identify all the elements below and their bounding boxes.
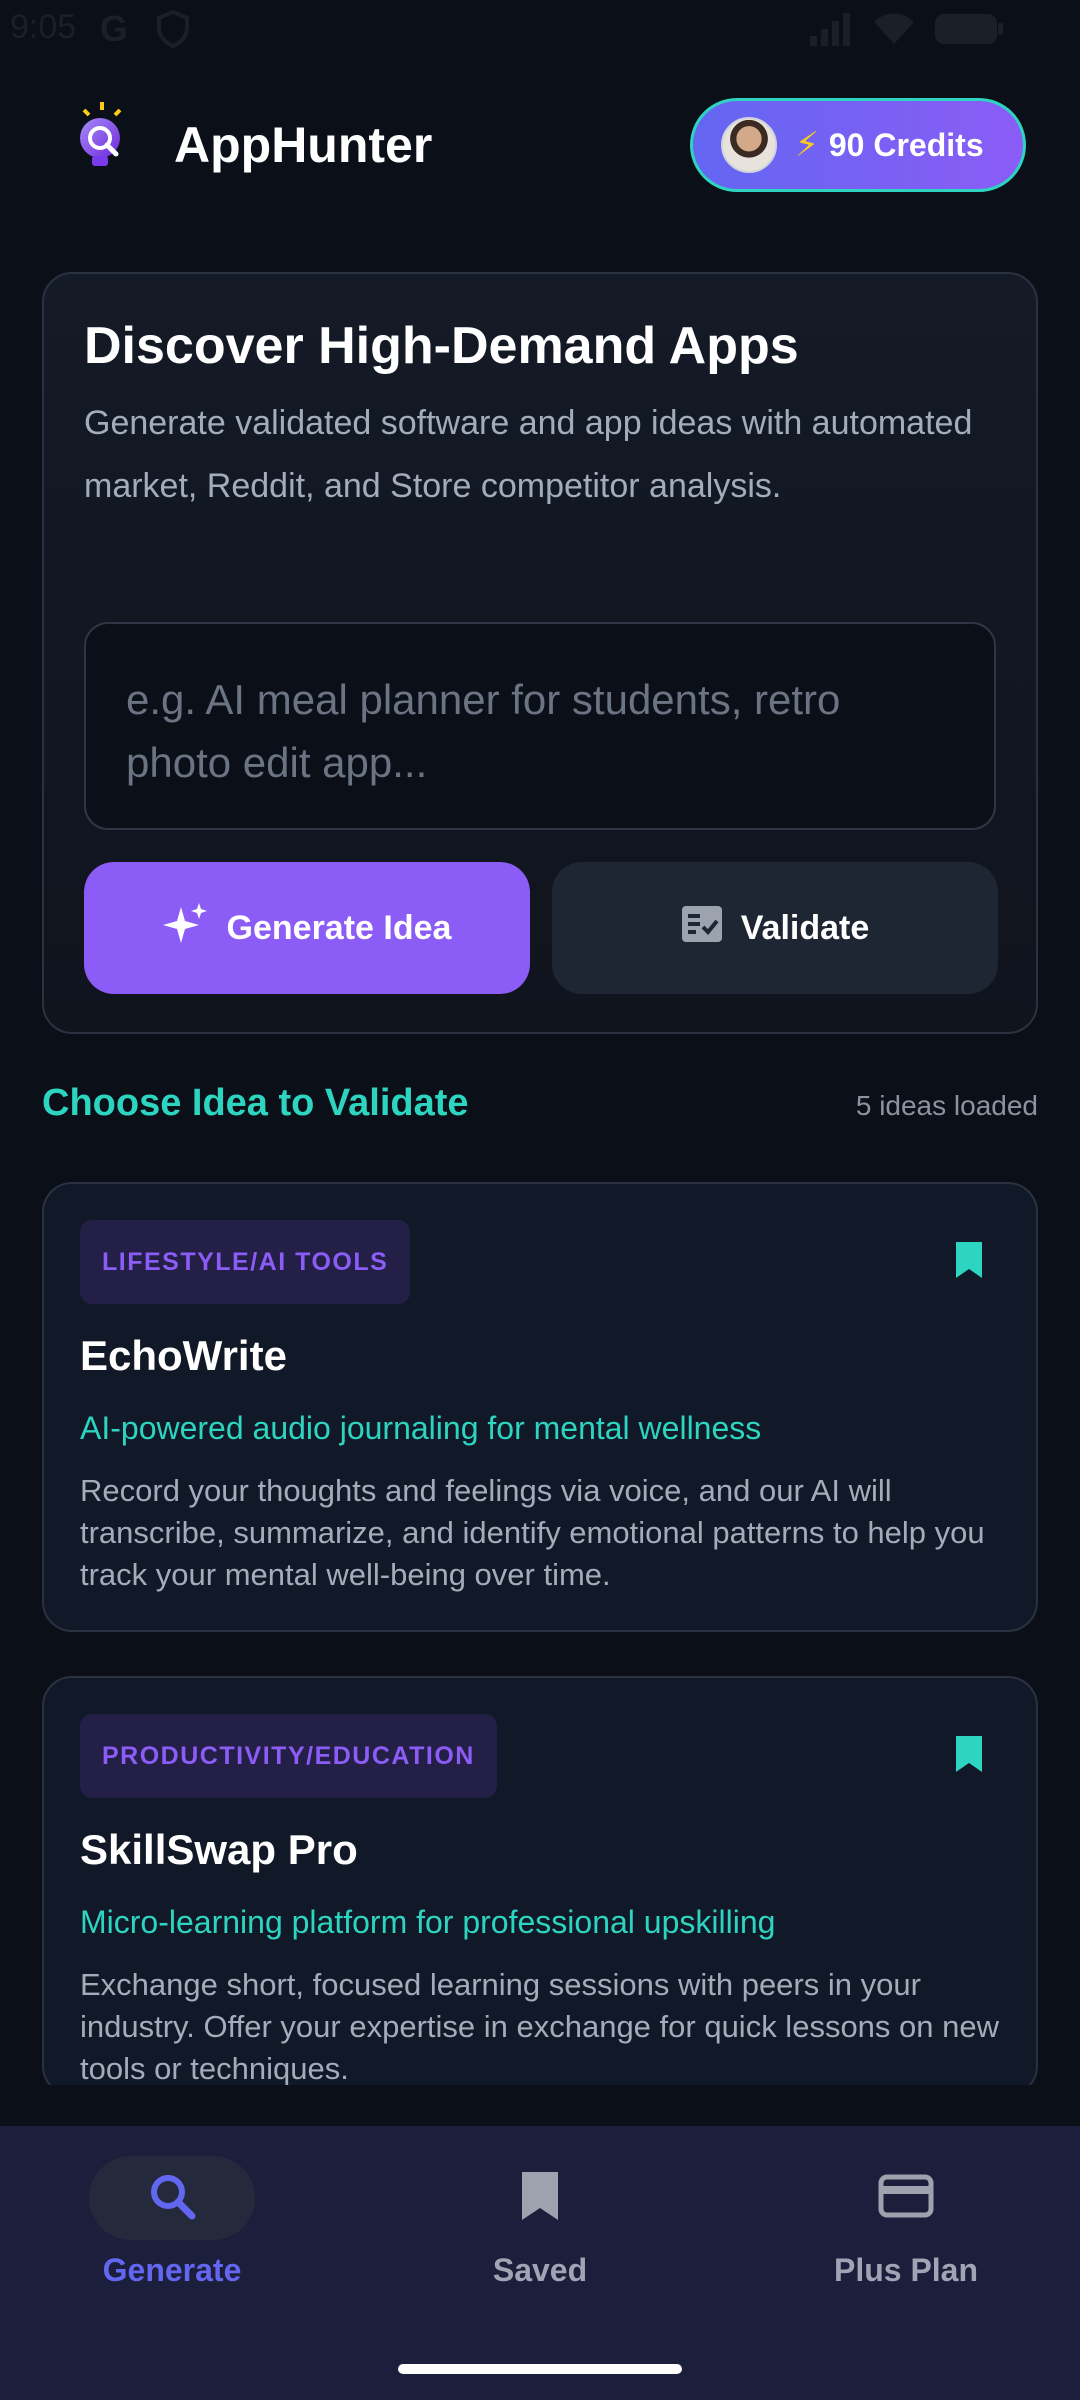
bookmark-icon: [520, 2170, 560, 2227]
search-icon: [148, 2172, 196, 2225]
nav-label-plus-plan: Plus Plan: [833, 2252, 979, 2288]
nav-active-indicator: [89, 2156, 255, 2240]
idea-card[interactable]: LIFESTYLE/AI TOOLS EchoWrite AI-powered …: [42, 1182, 1038, 1632]
idea-card[interactable]: PRODUCTIVITY/EDUCATION SkillSwap Pro Mic…: [42, 1676, 1038, 2085]
nav-item-generate[interactable]: Generate: [52, 2156, 292, 2306]
nav-icon-wrap: [823, 2156, 989, 2240]
idea-tagline: AI-powered audio journaling for mental w…: [80, 1410, 762, 1446]
nav-icon-wrap: [457, 2156, 623, 2240]
nav-label-saved: Saved: [492, 2252, 588, 2288]
home-indicator[interactable]: [398, 2364, 682, 2374]
category-tag: PRODUCTIVITY/EDUCATION: [80, 1714, 497, 1798]
idea-tagline: Micro-learning platform for professional…: [80, 1904, 776, 1940]
app-screen: 9:05 G AppHunter ⚡ 90 Credits Discover H…: [0, 0, 1080, 2400]
bookmark-icon[interactable]: [954, 1734, 984, 1779]
credit-card-icon: [878, 2174, 934, 2223]
idea-name: SkillSwap Pro: [80, 1826, 358, 1873]
bottom-nav: Generate Saved Plus Plan: [0, 2126, 1080, 2400]
nav-item-saved[interactable]: Saved: [420, 2156, 660, 2306]
category-tag: LIFESTYLE/AI TOOLS: [80, 1220, 411, 1304]
idea-description: Record your thoughts and feelings via vo…: [80, 1473, 985, 1592]
nav-item-plus-plan[interactable]: Plus Plan: [786, 2156, 1026, 2306]
ideas-list[interactable]: LIFESTYLE/AI TOOLS EchoWrite AI-powered …: [0, 0, 1080, 2085]
nav-label-generate: Generate: [102, 2252, 242, 2288]
bookmark-icon[interactable]: [954, 1240, 984, 1285]
idea-name: EchoWrite: [80, 1332, 287, 1379]
idea-description: Exchange short, focused learning session…: [80, 1967, 999, 2085]
